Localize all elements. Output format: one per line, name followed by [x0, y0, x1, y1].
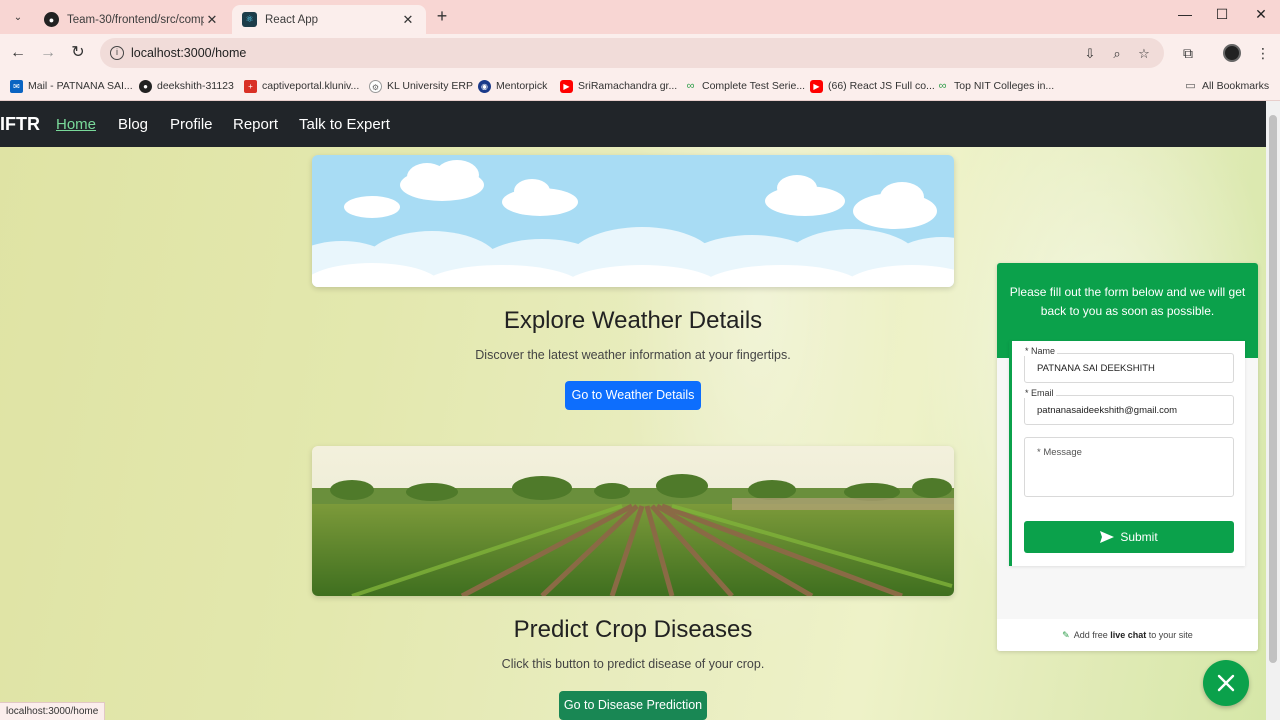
testbook-icon: ∞ [686, 79, 695, 92]
react-icon: ⚛ [242, 12, 257, 27]
github-icon: ● [139, 79, 152, 93]
install-app-icon[interactable]: ⇩ [1082, 46, 1098, 62]
weather-title: Explore Weather Details [503, 307, 763, 334]
email-field[interactable]: patnanasaideekshith@gmail.com [1024, 395, 1234, 425]
new-tab-button[interactable]: + [432, 7, 452, 27]
scrollbar-thumb[interactable] [1269, 115, 1277, 663]
youtube-icon: ▶ [560, 79, 573, 93]
page-viewport: IFTR Home Blog Profile Report Talk to Ex… [0, 101, 1266, 720]
window-close-icon[interactable]: ✕ [1250, 6, 1272, 26]
bookmark-item[interactable]: ▶ (66) React JS Full co... [810, 78, 935, 94]
submit-button[interactable]: Submit [1024, 521, 1234, 553]
outlook-icon: ✉ [10, 79, 23, 93]
name-value: PATNANA SAI DEEKSHITH [1037, 363, 1155, 374]
all-bookmarks-label: All Bookmarks [1202, 80, 1270, 92]
status-bar-url: localhost:3000/home [0, 702, 106, 720]
browser-tabstrip: ⌄ ● Team-30/frontend/src/compon ✕ ⚛ Reac… [0, 0, 1280, 34]
browser-tab-react-app[interactable]: ⚛ React App ✕ [232, 5, 426, 34]
bookmark-label: SriRamachandra gr... [578, 80, 678, 92]
bookmark-label: captiveportal.kluniv... [262, 80, 360, 92]
page-scrollbar[interactable] [1266, 101, 1280, 720]
chat-close-button[interactable] [1203, 660, 1249, 706]
address-url[interactable]: localhost:3000/home [131, 46, 246, 60]
message-placeholder: * Message [1037, 447, 1082, 458]
testbook-icon: ∞ [938, 79, 947, 92]
email-value: patnanasaideekshith@gmail.com [1037, 405, 1178, 416]
profile-avatar[interactable] [1223, 44, 1241, 62]
back-arrow-icon[interactable]: ← [8, 43, 28, 63]
bookmark-label: Top NIT Colleges in... [954, 80, 1055, 92]
bookmark-item[interactable]: ◉ Mentorpick [478, 78, 547, 94]
nav-link-profile[interactable]: Profile [170, 116, 213, 133]
extensions-icon[interactable]: ⧉ [1179, 44, 1197, 62]
bookmark-item[interactable]: ▶ SriRamachandra gr... [560, 78, 677, 94]
reload-icon[interactable]: ↻ [68, 43, 88, 63]
bookmark-label: Complete Test Serie... [702, 80, 806, 92]
gear-icon: ⚙ [369, 79, 382, 93]
browser-tab-github[interactable]: ● Team-30/frontend/src/compon ✕ [34, 5, 230, 34]
bookmark-item[interactable]: ⚙ KL University ERP [369, 78, 473, 94]
footer-suffix: to your site [1146, 630, 1193, 640]
more-menu-icon[interactable]: ⋮ [1254, 44, 1272, 62]
footer-prefix: Add free [1073, 630, 1111, 640]
folder-icon: ▭ [1185, 79, 1196, 92]
nav-link-report[interactable]: Report [233, 116, 278, 133]
site-info-icon[interactable]: i [110, 46, 124, 60]
tab-title: React App [265, 13, 319, 26]
bookmark-star-icon[interactable]: ☆ [1136, 46, 1152, 62]
browser-toolbar: ← → ↻ i localhost:3000/home ⇩ ⌕ ☆ ⧉ ⋮ [0, 34, 1280, 72]
email-label: * Email [1023, 388, 1056, 398]
crop-field-image [312, 446, 954, 596]
bookmark-label: (66) React JS Full co... [828, 80, 935, 92]
chat-widget-panel: Please fill out the form below and we wi… [997, 263, 1258, 651]
tab-close-icon[interactable]: ✕ [400, 12, 416, 28]
tab-title: Team-30/frontend/src/compon [67, 13, 204, 26]
nav-link-blog[interactable]: Blog [118, 116, 148, 133]
address-bar[interactable]: i localhost:3000/home ⇩ ⌕ ☆ [100, 38, 1164, 68]
minimize-icon[interactable]: — [1174, 6, 1196, 26]
nav-link-talk-to-expert[interactable]: Talk to Expert [299, 116, 390, 133]
bookmark-label: Mentorpick [496, 80, 548, 92]
chat-header-text: Please fill out the form below and we wi… [1009, 285, 1246, 318]
chat-brand-icon: ✎ [1062, 629, 1070, 640]
tab-search-chevron-icon[interactable]: ⌄ [8, 7, 28, 27]
chat-form: PATNANA SAI DEEKSHITH * Name patnanasaid… [1009, 341, 1245, 566]
weather-description: Discover the latest weather information … [475, 348, 791, 362]
all-bookmarks[interactable]: ▭ All Bookmarks [1184, 78, 1269, 94]
disease-description: Click this button to predict disease of … [501, 657, 765, 671]
bookmark-item[interactable]: ∞ Top NIT Colleges in... [936, 78, 1055, 94]
mentorpick-icon: ◉ [478, 79, 491, 93]
disease-title: Predict Crop Diseases [513, 616, 753, 643]
maximize-icon[interactable]: ☐ [1211, 6, 1233, 26]
nav-link-home[interactable]: Home [56, 116, 96, 133]
bookmark-item[interactable]: ∞ Complete Test Serie... [684, 78, 806, 94]
close-icon [1217, 674, 1235, 692]
bookmarks-bar: ✉ Mail - PATNANA SAI... ● deekshith-3112… [0, 72, 1280, 101]
github-icon: ● [44, 12, 59, 27]
brand-logo[interactable]: IFTR [0, 114, 40, 135]
submit-label: Submit [1120, 530, 1158, 544]
bookmark-label: deekshith-31123 [157, 80, 234, 92]
weather-details-button[interactable]: Go to Weather Details [565, 381, 701, 410]
message-field[interactable]: * Message [1024, 437, 1234, 497]
tab-close-icon[interactable]: ✕ [204, 12, 220, 28]
bookmark-item[interactable]: + captiveportal.kluniv... [244, 78, 359, 94]
bookmark-label: KL University ERP [387, 80, 473, 92]
chat-footer[interactable]: ✎ Add free live chat to your site [997, 619, 1258, 651]
bookmark-label: Mail - PATNANA SAI... [28, 80, 133, 92]
bookmark-item[interactable]: ✉ Mail - PATNANA SAI... [10, 78, 133, 94]
zoom-icon[interactable]: ⌕ [1109, 46, 1125, 62]
send-icon [1100, 531, 1115, 543]
bookmark-item[interactable]: ● deekshith-31123 [139, 78, 234, 94]
portal-icon: + [244, 79, 257, 93]
name-field[interactable]: PATNANA SAI DEEKSHITH [1024, 353, 1234, 383]
forward-arrow-icon[interactable]: → [38, 43, 58, 63]
weather-sky-image [312, 155, 954, 287]
footer-bold: live chat [1110, 630, 1147, 640]
disease-prediction-button[interactable]: Go to Disease Prediction [559, 691, 707, 720]
name-label: * Name [1023, 346, 1058, 356]
youtube-icon: ▶ [810, 79, 823, 93]
site-navbar: IFTR Home Blog Profile Report Talk to Ex… [0, 101, 1266, 147]
